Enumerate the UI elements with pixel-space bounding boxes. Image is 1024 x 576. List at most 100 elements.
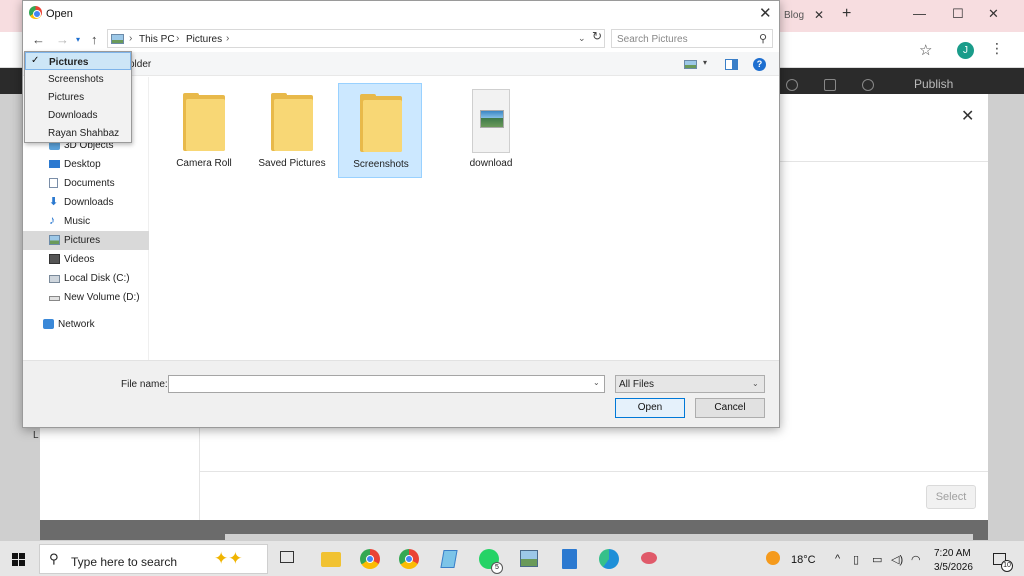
nav-item-pictures[interactable]: Pictures (23, 231, 149, 250)
volume-icon[interactable]: ◁) (891, 553, 903, 566)
nav-item-network[interactable]: Network (23, 315, 149, 334)
open-button[interactable]: Open (615, 398, 685, 418)
taskbar-search-box[interactable]: ⚲ Type here to search ✦✦ (39, 544, 268, 574)
breadcrumb-separator-icon[interactable]: › (129, 33, 132, 44)
photos-app-icon[interactable] (516, 546, 542, 572)
new-tab-icon[interactable]: + (842, 5, 851, 23)
word-document-icon[interactable] (556, 546, 582, 572)
window-close-icon[interactable]: ✕ (988, 6, 999, 22)
search-icon: ⚲ (49, 551, 59, 566)
search-icon[interactable] (786, 79, 798, 91)
snipping-tool-icon[interactable] (636, 546, 662, 572)
dropdown-item-label: Rayan Shahbaz (48, 128, 120, 139)
menu-kebab-icon[interactable]: ⋮ (990, 40, 1004, 57)
preview-eye-icon[interactable] (862, 79, 874, 91)
nav-item-downloads[interactable]: ⬇ Downloads (23, 193, 149, 212)
wifi-icon[interactable]: ◠ (911, 553, 921, 566)
dropdown-item-user-folder[interactable]: Rayan Shahbaz (25, 124, 131, 142)
dropdown-item-label: Pictures (48, 92, 85, 103)
recent-locations-chevron-icon[interactable]: ▾ (76, 35, 80, 44)
nav-item-videos[interactable]: Videos (23, 250, 149, 269)
clock-date[interactable]: 3/5/2026 (934, 562, 973, 573)
file-type-select[interactable]: All Files ⌄ (615, 375, 765, 393)
address-bar[interactable]: › This PC › Pictures › ⌄ (107, 29, 605, 48)
maximize-icon[interactable]: ☐ (952, 6, 964, 22)
windows-start-icon[interactable] (12, 553, 26, 567)
nav-item-local-disk[interactable]: Local Disk (C:) (23, 269, 149, 288)
nav-item-documents[interactable]: Documents (23, 174, 149, 193)
nav-item-label: Pictures (64, 235, 101, 246)
nav-item-new-volume[interactable]: New Volume (D:) (23, 288, 149, 307)
refresh-icon[interactable]: ↻ (589, 29, 605, 48)
dialog-titlebar: Open ✕ (23, 1, 779, 27)
help-icon[interactable]: ? (753, 58, 766, 71)
folder-saved-pictures[interactable]: Saved Pictures (250, 83, 334, 178)
desktop-icon (49, 160, 60, 168)
change-view-icon[interactable] (684, 60, 697, 69)
pictures-icon (111, 34, 124, 44)
back-arrow-icon[interactable]: ← (32, 32, 45, 47)
bookmark-star-icon[interactable]: ☆ (919, 41, 932, 59)
picker-close-icon[interactable]: ✕ (961, 106, 974, 126)
weather-temperature[interactable]: 18°C (791, 554, 816, 566)
browser-tab-title[interactable]: Blog (784, 10, 804, 21)
forward-arrow-icon[interactable]: → (56, 32, 69, 47)
address-dropdown-chevron-icon[interactable]: ⌄ (578, 33, 586, 44)
device-icon[interactable]: ▯ (853, 553, 859, 566)
tab-close-icon[interactable]: ✕ (814, 8, 824, 22)
dropdown-item-downloads[interactable]: Downloads (25, 106, 131, 124)
edge-browser-icon[interactable] (596, 546, 622, 572)
picker-sidebar-text: L (33, 430, 39, 441)
dropdown-item-pictures-2[interactable]: Pictures (25, 88, 131, 106)
open-file-dialog: Open ✕ ← → ▾ ↑ › This PC › Pictures › ⌄ … (22, 0, 780, 428)
chrome-icon[interactable] (396, 546, 422, 572)
landscape-thumbnail-icon (480, 110, 504, 128)
folder-screenshots[interactable]: Screenshots (338, 83, 422, 178)
nav-item-desktop[interactable]: Desktop (23, 155, 149, 174)
task-view-icon[interactable] (280, 551, 294, 563)
minimize-icon[interactable]: — (913, 6, 926, 21)
dropdown-item-screenshots[interactable]: Screenshots (25, 70, 131, 88)
windows-taskbar: ⚲ Type here to search ✦✦ 5 18°C ^ ▯ ▭ ◁)… (0, 540, 1024, 576)
breadcrumb-separator-icon[interactable]: › (226, 33, 229, 44)
breadcrumb-pictures[interactable]: Pictures (186, 34, 222, 45)
breadcrumb-this-pc[interactable]: This PC (139, 34, 175, 45)
file-download-image[interactable]: download (449, 83, 533, 178)
select-button[interactable]: Select (926, 485, 976, 509)
nav-item-music[interactable]: ♪ Music (23, 212, 149, 231)
notepad-app-icon[interactable] (436, 546, 462, 572)
preview-pane-icon[interactable] (725, 59, 738, 70)
file-name-input[interactable] (168, 375, 605, 393)
nav-item-label: Desktop (64, 159, 101, 170)
nav-item-label: Music (64, 216, 91, 227)
search-box[interactable]: Search Pictures ⚲ (611, 29, 773, 48)
profile-avatar[interactable]: J (957, 42, 974, 59)
folder-camera-roll[interactable]: Camera Roll (162, 83, 246, 178)
copilot-sparkle-icon[interactable]: ✦✦ (214, 549, 243, 569)
layers-icon[interactable] (824, 79, 836, 91)
dialog-close-icon[interactable]: ✕ (759, 4, 772, 22)
publish-button[interactable]: Publish (914, 77, 953, 91)
search-icon[interactable]: ⚲ (759, 32, 767, 45)
whatsapp-icon[interactable]: 5 (476, 546, 503, 574)
weather-sun-icon[interactable] (766, 551, 780, 565)
breadcrumb-separator-icon[interactable]: › (176, 33, 179, 44)
notification-count-badge: 10 (1001, 560, 1013, 572)
file-explorer-icon[interactable] (318, 546, 344, 572)
clock-time[interactable]: 7:20 AM (934, 548, 971, 559)
file-name-label: File name: (121, 379, 168, 390)
file-name: Saved Pictures (258, 158, 326, 169)
view-options-chevron-icon[interactable]: ▾ (703, 58, 707, 67)
music-note-icon: ♪ (49, 213, 55, 227)
new-folder-button[interactable]: older (129, 59, 151, 70)
battery-icon[interactable]: ▭ (872, 553, 882, 566)
nav-item-label: Documents (64, 178, 115, 189)
nav-item-label: New Volume (D:) (64, 292, 140, 303)
recent-locations-dropdown: ✓ Pictures Screenshots Pictures Download… (24, 51, 132, 143)
chrome-profile-icon[interactable] (357, 546, 383, 572)
dropdown-item-pictures[interactable]: ✓ Pictures (25, 52, 131, 70)
up-arrow-icon[interactable]: ↑ (91, 32, 98, 47)
show-hidden-icons-chevron-icon[interactable]: ^ (835, 553, 840, 565)
cancel-button[interactable]: Cancel (695, 398, 765, 418)
file-name-dropdown-chevron-icon[interactable]: ⌄ (593, 378, 600, 387)
